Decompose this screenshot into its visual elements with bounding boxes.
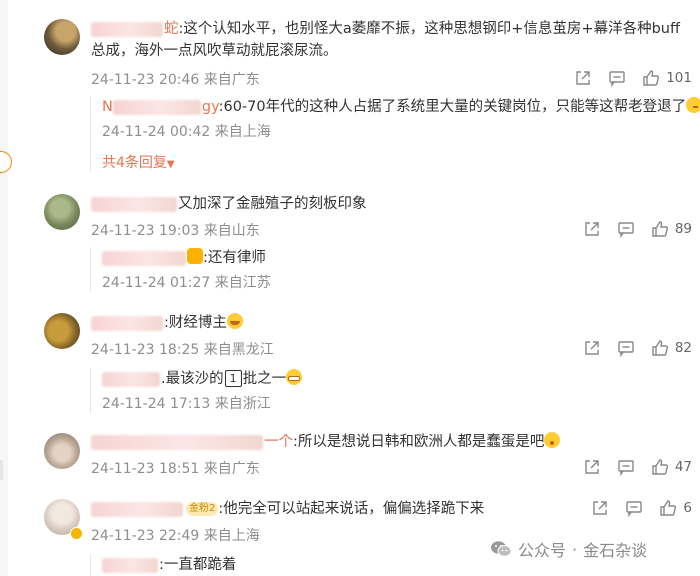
- avatar[interactable]: [44, 19, 80, 55]
- comment-actions: 82: [567, 339, 692, 357]
- reply-meta: 24-11-24 01:27 来自江苏: [102, 275, 271, 291]
- like-icon[interactable]: [651, 339, 669, 357]
- comment-text: 蛇:这个认知水平，也别怪大a萎靡不振，这种思想钢印+信息茧房+幕洋各种buff总…: [91, 21, 680, 59]
- badge-icon: [187, 248, 203, 264]
- share-icon[interactable]: [583, 458, 601, 476]
- comment-meta: 24-11-23 18:25 来自黑龙江: [91, 342, 274, 358]
- reply-block: Ngy:60-70年代的这种人占据了系统里大量的关键岗位，只能等这帮老登退了 2…: [90, 96, 700, 172]
- comment-icon[interactable]: [617, 458, 635, 476]
- comment-icon[interactable]: [617, 220, 635, 238]
- username-blurred[interactable]: [112, 99, 201, 115]
- comment-icon[interactable]: [617, 339, 635, 357]
- comment-meta: 24-11-23 18:51 来自广东: [91, 461, 260, 477]
- username-blurred[interactable]: [91, 21, 163, 37]
- comment-time: 24-11-23 20:46: [91, 72, 200, 88]
- share-icon[interactable]: [591, 499, 609, 517]
- share-icon[interactable]: [574, 69, 592, 87]
- fan-badge[interactable]: 金粉2: [186, 502, 219, 516]
- avatar[interactable]: [44, 433, 80, 469]
- reply-block: :一直都跪着: [90, 554, 236, 576]
- reply-block: :还有律师 24-11-24 01:27 来自江苏: [90, 247, 271, 292]
- triangle-down-icon: ▼: [166, 159, 175, 170]
- avatar[interactable]: [44, 313, 80, 349]
- reply-meta: 24-11-24 00:42 来自上海: [102, 124, 271, 140]
- reply-block: .最该沙的 1 批之一 24-11-24 17:13 来自浙江: [90, 368, 303, 413]
- comment-actions: 6: [575, 499, 692, 517]
- like-icon[interactable]: [659, 499, 677, 517]
- username-blurred[interactable]: [91, 434, 263, 450]
- reply-text: :还有律师: [102, 247, 271, 269]
- watermark-account: 金石杂谈: [583, 541, 648, 560]
- laughing-emoji-icon: [226, 313, 243, 329]
- side-marker: [0, 151, 12, 173]
- reply-meta: 24-11-24 17:13 来自浙江: [102, 396, 271, 412]
- verified-badge-icon: [70, 527, 83, 540]
- comment-text: 又加深了金融殖子的刻板印象: [91, 193, 682, 215]
- watermark-brand: 公众号: [518, 541, 567, 560]
- username-blurred[interactable]: [91, 501, 183, 517]
- comment-meta: 24-11-23 22:49 来自上海: [91, 528, 260, 544]
- grinning-emoji-icon: [286, 369, 303, 385]
- username-blurred[interactable]: [102, 371, 160, 387]
- watermark: 公众号 · 金石杂谈: [490, 537, 647, 561]
- comment-icon[interactable]: [625, 499, 643, 517]
- comment-icon[interactable]: [608, 69, 626, 87]
- username-blurred[interactable]: [102, 250, 186, 266]
- username-blurred[interactable]: [91, 196, 177, 212]
- like-count: 82: [674, 340, 692, 356]
- number-box-icon: 1: [224, 370, 242, 387]
- username-blurred[interactable]: [102, 557, 158, 573]
- watermark-separator: ·: [572, 539, 578, 559]
- comment-actions: 101: [558, 69, 692, 87]
- like-icon[interactable]: [651, 220, 669, 238]
- like-icon[interactable]: [642, 69, 660, 87]
- page-edge: [0, 0, 8, 576]
- comment-text: 一个:所以是想说日韩和欧洲人都是蠢蛋是吧: [91, 431, 682, 453]
- reply-text: .最该沙的 1 批之一: [102, 368, 303, 390]
- thinking-emoji-icon: [686, 97, 700, 113]
- reply-text: Ngy:60-70年代的这种人占据了系统里大量的关键岗位，只能等这帮老登退了: [102, 96, 700, 118]
- comment-text: :财经博主: [91, 312, 682, 334]
- share-icon[interactable]: [583, 339, 601, 357]
- like-icon[interactable]: [651, 458, 669, 476]
- side-marker-secondary: [0, 460, 3, 480]
- more-replies-link[interactable]: 共4条回复▼: [102, 152, 700, 172]
- comment-actions: 89: [567, 220, 692, 238]
- reply-text: :一直都跪着: [102, 554, 236, 576]
- like-count: 89: [674, 221, 692, 237]
- avatar[interactable]: [44, 194, 80, 230]
- comment-meta: 24-11-23 19:03 来自山东: [91, 223, 260, 239]
- shushing-emoji-icon: [544, 432, 561, 448]
- comment-meta: 24-11-23 20:46 来自广东: [91, 69, 260, 89]
- share-icon[interactable]: [583, 220, 601, 238]
- wechat-icon: [491, 541, 512, 557]
- like-count: 47: [674, 459, 692, 475]
- like-count: 101: [666, 70, 692, 86]
- comment-location: 来自广东: [203, 72, 260, 88]
- comment-actions: 47: [567, 458, 692, 476]
- like-count: 6: [683, 500, 692, 516]
- username-blurred[interactable]: [91, 315, 163, 331]
